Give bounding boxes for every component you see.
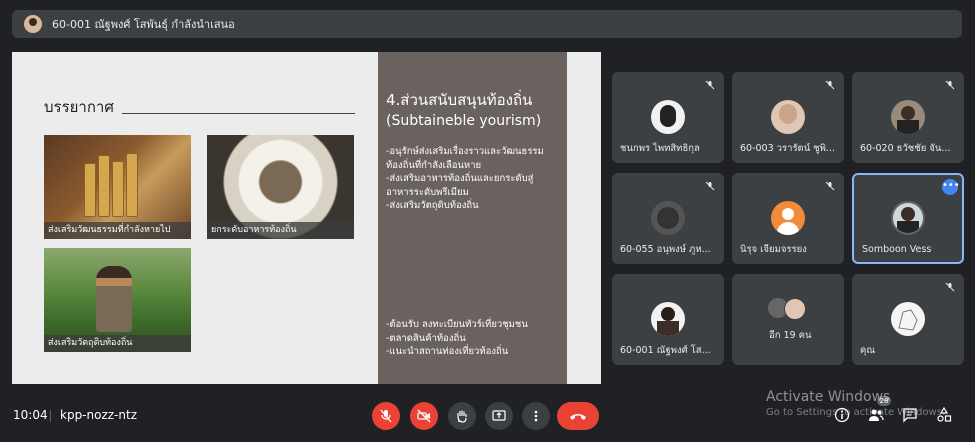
list-item: -ส่งเสริมวัตถุดิบท้องถิ่น <box>386 200 479 211</box>
activate-windows-subtext: Go to Settings to activate Windows. <box>766 407 946 418</box>
present-screen-button[interactable] <box>485 402 513 430</box>
more-vert-icon <box>534 410 538 422</box>
avatar <box>651 201 685 235</box>
panel-list-lower: -ต้อนรับ ลงทะเบียนทัวร์เที่ยวชุมชน -ตลาด… <box>386 318 566 359</box>
participant-tile[interactable]: ชนกพร ไพทสิทธิกุล <box>612 72 724 163</box>
avatar <box>891 201 925 235</box>
participant-tile[interactable]: 60-001 ณัฐพงศ์ โส... <box>612 274 724 365</box>
presenter-label: 60-001 ณัฐพงศ์ โสพันธุ์ กำลังนำเสนอ <box>52 18 235 31</box>
camera-off-icon <box>417 409 431 423</box>
photo-caption: ยกระดับอาหารท้องถิ่น <box>207 222 354 239</box>
more-options-button[interactable] <box>522 402 550 430</box>
raise-hand-button[interactable] <box>448 402 476 430</box>
slide-heading: บรรยากาศ <box>44 98 114 116</box>
participant-name: ชนกพร ไพทสิทธิกุล <box>620 143 700 154</box>
present-icon <box>492 410 506 421</box>
avatar <box>771 100 805 134</box>
toggle-mic-button[interactable] <box>372 402 400 430</box>
mic-off-icon <box>945 282 955 292</box>
hangup-icon <box>570 414 586 420</box>
avatar <box>891 302 925 336</box>
slide-photo-bamboo: ส่งเสริมวัฒนธรรมที่กำลังหายไป <box>44 135 191 239</box>
presentation-slide: บรรยากาศ ส่งเสริมวัฒนธรรมที่กำลังหายไป ย… <box>12 52 601 384</box>
participant-tile[interactable]: 60-003 วรารัตน์ ชูพิ... <box>732 72 844 163</box>
mic-off-icon <box>380 409 392 423</box>
list-item: -ตลาดสินค้าท้องถิ่น <box>386 332 466 344</box>
slide-photo-food: ยกระดับอาหารท้องถิ่น <box>207 135 354 239</box>
mic-off-icon <box>825 80 835 90</box>
more-participants-label: อีก 19 คน <box>769 330 812 341</box>
avatar <box>651 100 685 134</box>
participant-name: นิรุจ เจียมจรรยง <box>740 244 807 255</box>
list-item: ท้องถิ่นที่กำลังเลือนหาย <box>386 159 482 171</box>
list-item: -ต้อนรับ ลงทะเบียนทัวร์เที่ยวชุมชน <box>386 319 528 330</box>
mic-off-icon <box>825 181 835 191</box>
grouped-avatars <box>768 298 808 320</box>
leave-call-button[interactable] <box>557 402 599 430</box>
avatar <box>771 201 805 235</box>
participant-tile[interactable]: 60-055 อนุพงษ์ ภูห... <box>612 173 724 264</box>
participant-name: 60-020 ธวัชชัย จัน... <box>860 143 951 154</box>
avatar <box>891 100 925 134</box>
meeting-clock: 10:04 <box>13 408 48 422</box>
list-item: -อนุรักษ์ส่งเสริมเรื่องราวและวัฒนธรรม <box>386 146 544 157</box>
participant-name: 60-001 ณัฐพงศ์ โส... <box>620 345 711 356</box>
mic-off-icon <box>705 181 715 191</box>
meeting-code: kpp-nozz-ntz <box>60 408 137 422</box>
panel-subtitle: (Subtaineble yourism) <box>386 113 542 129</box>
panel-list-upper: -อนุรักษ์ส่งเสริมเรื่องราวและวัฒนธรรม ท้… <box>386 145 566 213</box>
participant-tile[interactable]: นิรุจ เจียมจรรยง <box>732 173 844 264</box>
divider <box>50 410 51 422</box>
slide-photo-farmer: ส่งเสริมวัตถุดิบท้องถิ่น <box>44 248 191 352</box>
list-item: -แนะนำสถานท่องเที่ยวท้องถิ่น <box>386 346 509 357</box>
slide-text-panel: 4.ส่วนสนับสนุนท้องถิ่น (Subtaineble your… <box>378 52 567 384</box>
list-item: อาหารระดับพรีเมียม <box>386 186 469 198</box>
photo-caption: ส่งเสริมวัตถุดิบท้องถิ่น <box>44 335 191 352</box>
participant-name: 60-003 วรารัตน์ ชูพิ... <box>740 143 835 154</box>
mic-off-icon <box>945 80 955 90</box>
self-tile[interactable]: คุณ <box>852 274 964 365</box>
participant-name: คุณ <box>860 345 876 356</box>
more-options-icon[interactable]: ••• <box>942 179 960 195</box>
participant-name: 60-055 อนุพงษ์ ภูห... <box>620 244 711 255</box>
heading-underline <box>122 113 355 114</box>
mic-off-icon <box>705 80 715 90</box>
panel-title: 4.ส่วนสนับสนุนท้องถิ่น <box>386 91 533 109</box>
more-participants-tile[interactable]: อีก 19 คน <box>732 274 844 365</box>
toggle-camera-button[interactable] <box>410 402 438 430</box>
hand-icon <box>457 410 467 423</box>
participant-name: Somboon Vess <box>862 244 932 255</box>
presenter-bar: 60-001 ณัฐพงศ์ โสพันธุ์ กำลังนำเสนอ <box>12 10 962 38</box>
participant-tile[interactable]: 60-020 ธวัชชัย จัน... <box>852 72 964 163</box>
presenter-avatar <box>24 15 42 33</box>
avatar <box>651 302 685 336</box>
list-item: -ส่งเสริมอาหารท้องถิ่นและยกระดับสู่ <box>386 173 534 184</box>
photo-caption: ส่งเสริมวัฒนธรรมที่กำลังหายไป <box>44 222 191 239</box>
activate-windows-watermark: Activate Windows <box>766 389 891 405</box>
participant-tile-active-speaker[interactable]: ••• Somboon Vess <box>852 173 964 264</box>
